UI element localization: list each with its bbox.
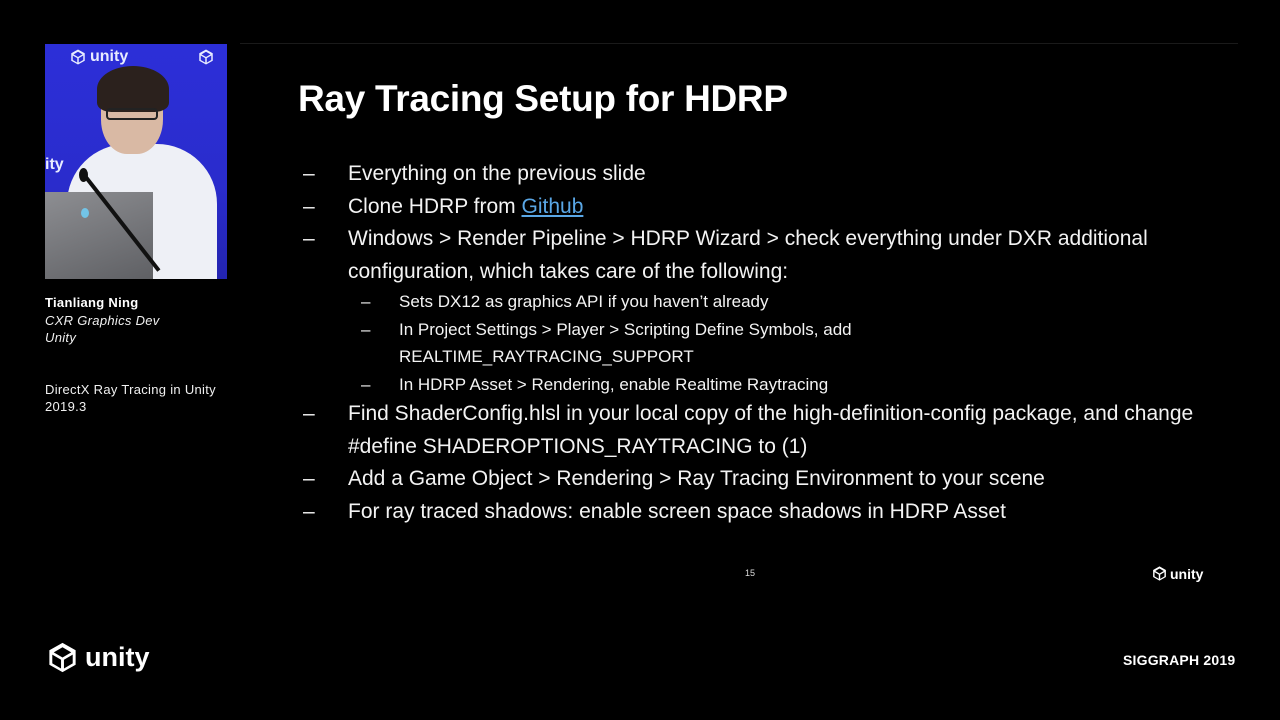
unity-logo-icon [1153, 566, 1166, 581]
bullet-dash: – [303, 402, 315, 425]
backdrop-partial-text: ity [45, 156, 64, 173]
speaker-glasses [106, 108, 158, 120]
laptop-logo-icon [81, 208, 89, 218]
footer-unity-logo: unity [45, 640, 150, 675]
bullet-item: – Everything on the previous slide [303, 158, 1203, 191]
sub-bullet-text: In HDRP Asset > Rendering, enable Realti… [399, 374, 829, 394]
backdrop-logo-text: unity [90, 48, 129, 65]
backdrop-unity-logo: unity [69, 48, 128, 66]
bullet-dash: – [303, 194, 315, 218]
bullet-dash: – [303, 227, 315, 250]
bullet-text: Clone HDRP from [348, 194, 522, 218]
bullet-dash: – [361, 374, 371, 394]
talk-title: DirectX Ray Tracing in Unity 2019.3 [45, 382, 216, 414]
github-link[interactable]: Github [522, 195, 584, 218]
slide-unity-logo: unity [1151, 565, 1203, 582]
unity-logo-icon [71, 49, 85, 65]
bullet-item: – Add a Game Object > Rendering > Ray Tr… [303, 463, 1203, 496]
bullet-dash: – [361, 292, 371, 311]
bullet-item: – Windows > Render Pipeline > HDRP Wizar… [303, 223, 1203, 288]
backdrop-unity-logo-right [197, 48, 215, 66]
speaker-org: Unity [45, 330, 77, 345]
bullet-list: – Everything on the previous slide – Clo… [303, 158, 1203, 528]
speaker-hair [97, 66, 169, 112]
bullet-text: Everything on the previous slide [348, 162, 646, 185]
bullet-text: Windows > Render Pipeline > HDRP Wizard … [348, 227, 1148, 283]
slide-logo-text: unity [1170, 565, 1204, 582]
bullet-text: Add a Game Object > Rendering > Ray Trac… [348, 467, 1045, 490]
speaker-video-feed: unity ity [45, 44, 227, 279]
bullet-item: – Find ShaderConfig.hlsl in your local c… [303, 398, 1203, 463]
bullet-text: Find ShaderConfig.hlsl in your local cop… [348, 402, 1194, 458]
footer-logo-text: unity [85, 642, 150, 672]
microphone-icon [79, 168, 88, 182]
bullet-text: For ray traced shadows: enable screen sp… [348, 499, 1006, 523]
bullet-dash: – [361, 319, 371, 339]
bullet-dash: – [303, 467, 315, 490]
top-divider [240, 43, 1238, 44]
speaker-role: CXR Graphics Dev [45, 313, 160, 328]
laptop [45, 192, 153, 279]
event-name: SIGGRAPH 2019 [1123, 652, 1236, 668]
bullet-item: – Clone HDRP from Github [303, 191, 1203, 224]
speaker-name: Tianliang Ning [45, 295, 139, 310]
unity-logo-icon [199, 49, 213, 65]
page-number: 15 [745, 568, 756, 578]
sub-bullet-item: – In HDRP Asset > Rendering, enable Real… [303, 371, 1203, 399]
slide-title: Ray Tracing Setup for HDRP [298, 78, 788, 119]
bullet-item: – For ray traced shadows: enable screen … [303, 496, 1203, 529]
sub-bullet-item: – Sets DX12 as graphics API if you haven… [303, 288, 1203, 316]
bullet-dash: – [303, 499, 315, 523]
bullet-dash: – [303, 162, 315, 185]
sub-bullet-text: Sets DX12 as graphics API if you haven’t… [399, 292, 769, 311]
backdrop-partial-logo: ity [45, 156, 64, 174]
sub-bullet-item: – In Project Settings > Player > Scripti… [303, 316, 1203, 371]
sub-bullet-text: In Project Settings > Player > Scripting… [399, 319, 852, 367]
unity-logo-icon [49, 642, 76, 673]
